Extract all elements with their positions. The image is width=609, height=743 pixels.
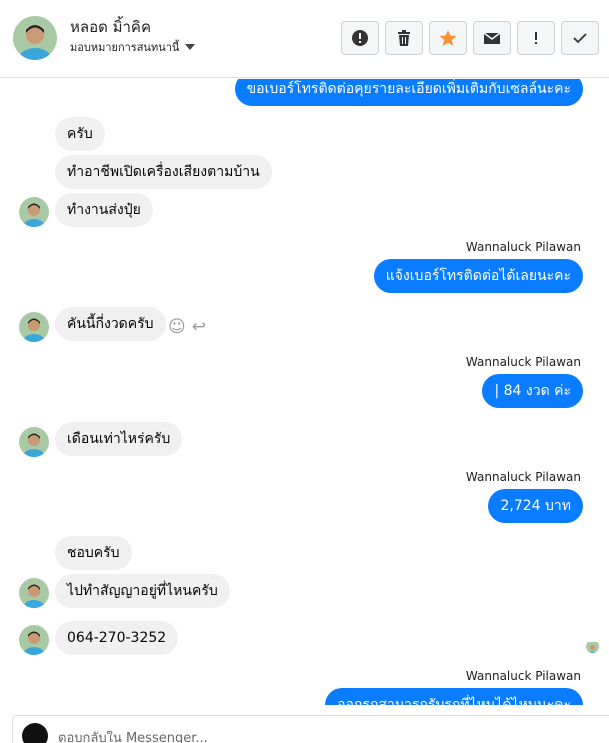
contact-avatar-small bbox=[19, 578, 49, 608]
alert-circle-icon bbox=[352, 30, 368, 46]
reply-icon[interactable]: ↩ bbox=[192, 317, 206, 337]
star-button[interactable] bbox=[429, 21, 467, 55]
conversation-header: หลอด มิ้าคิค มอบหมายการสนทนานี้ bbox=[0, 0, 609, 78]
contact-avatar[interactable] bbox=[13, 16, 57, 60]
contact-avatar-small bbox=[19, 625, 49, 655]
check-icon bbox=[573, 33, 587, 44]
mark-unread-button[interactable] bbox=[473, 21, 511, 55]
sender-name: Wannaluck Pilawan bbox=[465, 240, 581, 254]
message-outgoing[interactable]: | 84 งวด ค่ะ bbox=[482, 374, 583, 408]
sender-name: Wannaluck Pilawan bbox=[465, 669, 581, 683]
message-incoming[interactable]: ไปทำสัญญาอยู่ที่ไหนครับ bbox=[55, 574, 230, 608]
reply-input[interactable] bbox=[58, 731, 558, 743]
trash-icon bbox=[398, 30, 410, 46]
envelope-icon bbox=[483, 32, 501, 44]
contact-avatar-small bbox=[19, 312, 49, 342]
message-incoming[interactable]: ชอบครับ bbox=[55, 536, 132, 570]
contact-avatar-small bbox=[19, 427, 49, 457]
mark-done-button[interactable] bbox=[561, 21, 599, 55]
exclamation-icon bbox=[535, 32, 537, 44]
message-incoming[interactable]: 064-270-3252 bbox=[55, 621, 179, 655]
message-reactions: ☺ ↩ bbox=[168, 317, 206, 337]
message-outgoing[interactable]: แจ้งเบอร์โทรติดต่อได้เลยนะคะ bbox=[373, 259, 583, 293]
mark-important-button[interactable] bbox=[517, 21, 555, 55]
message-outgoing[interactable]: 2,724 บาท bbox=[488, 489, 583, 523]
report-button[interactable] bbox=[341, 21, 379, 55]
caret-down-icon bbox=[185, 44, 196, 50]
message-incoming[interactable]: ทำอาชีพเปิดเครื่องเสียงตามบ้าน bbox=[55, 155, 272, 189]
assign-conversation-dropdown[interactable]: มอบหมายการสนทนานี้ bbox=[70, 38, 196, 56]
message-thread[interactable]: ขอเบอร์โทรติดต่อคุยรายละเอียดเพิ่มเติมกั… bbox=[0, 79, 609, 705]
message-incoming[interactable]: คันนี้กี่งวดครับ bbox=[55, 307, 166, 341]
message-outgoing[interactable]: ขอเบอร์โทรติดต่อคุยรายละเอียดเพิ่มเติมกั… bbox=[234, 79, 583, 106]
smiley-icon[interactable]: ☺ bbox=[168, 317, 186, 337]
delete-button[interactable] bbox=[385, 21, 423, 55]
sender-name: Wannaluck Pilawan bbox=[465, 470, 581, 484]
contact-name[interactable]: หลอด มิ้าคิค bbox=[70, 15, 151, 39]
reply-composer bbox=[12, 715, 609, 743]
seen-receipt-avatar bbox=[586, 640, 599, 653]
conversation-actions bbox=[341, 21, 599, 55]
message-outgoing[interactable]: ออกรถสามารถรับรถที่ไหนได้ไหมนะคะ bbox=[325, 688, 583, 705]
sender-name: Wannaluck Pilawan bbox=[465, 355, 581, 369]
message-incoming[interactable]: เดือนเท่าไหร่ครับ bbox=[55, 422, 183, 456]
contact-avatar-small bbox=[19, 197, 49, 227]
message-incoming[interactable]: ครับ bbox=[55, 117, 105, 151]
assign-conversation-label: มอบหมายการสนทนานี้ bbox=[70, 41, 180, 54]
message-incoming[interactable]: ทำงานส่งปุ๋ย bbox=[55, 193, 153, 227]
page-avatar bbox=[22, 723, 48, 743]
star-icon bbox=[439, 30, 457, 46]
